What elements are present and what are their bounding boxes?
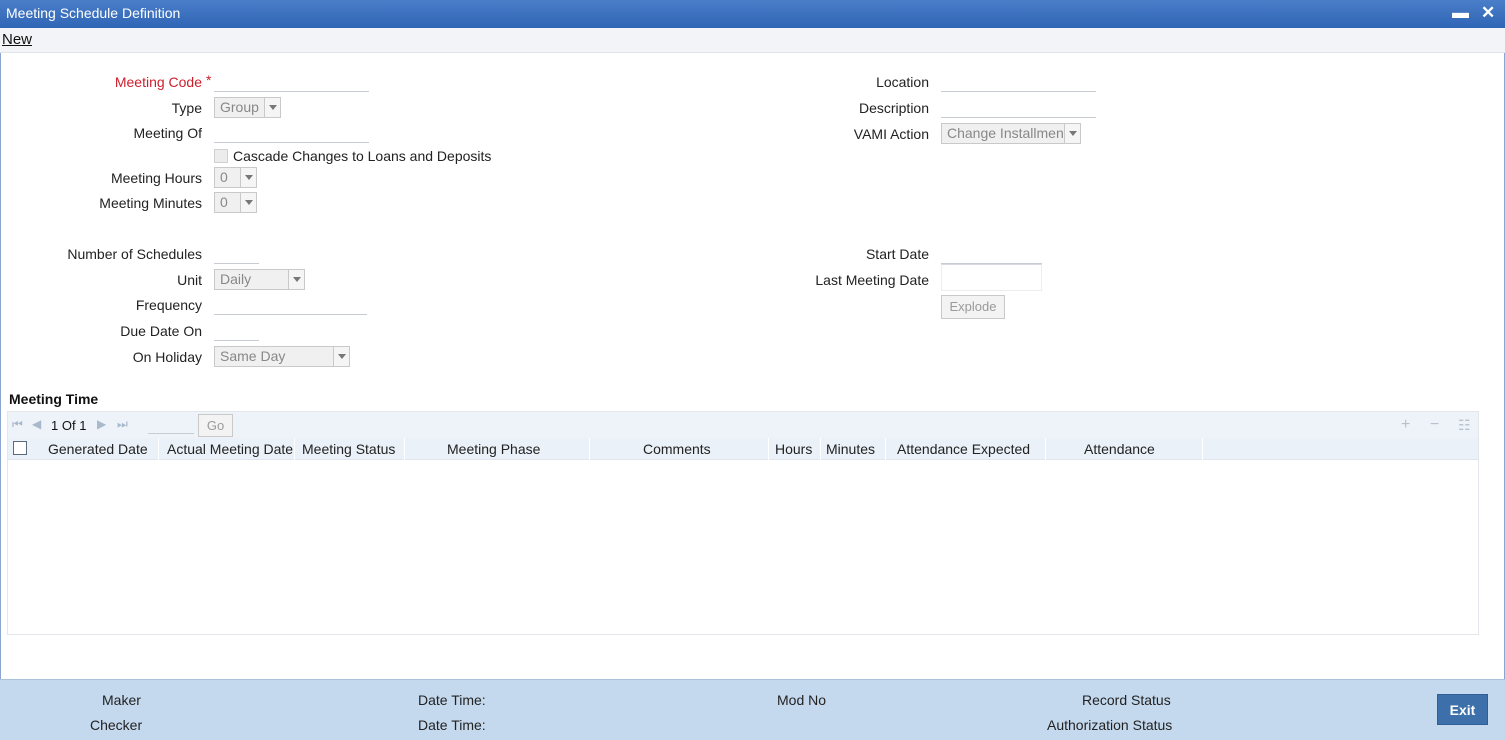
authorization-status-label: Authorization Status [1047,717,1173,733]
close-icon[interactable]: ✕ [1481,3,1495,23]
pager-current: 1 [51,418,59,433]
meeting-minutes-select[interactable]: 0 [214,192,257,213]
due-date-on-input[interactable] [214,321,259,341]
location-input[interactable] [941,72,1096,92]
column-header-generated-date[interactable]: Generated Date [48,441,148,457]
number-of-schedules-input[interactable] [214,244,259,264]
go-button[interactable]: Go [198,414,233,437]
meeting-code-input[interactable] [214,72,369,92]
location-label: Location [876,74,929,90]
add-row-icon[interactable]: + [1401,416,1410,434]
window-titlebar: Meeting Schedule Definition ▬ ✕ [0,0,1505,28]
column-header-attendance-expected[interactable]: Attendance Expected [897,441,1030,457]
grid-header-row: Generated Date Actual Meeting Date Meeti… [8,438,1478,460]
last-page-icon[interactable]: ⏭ [117,417,128,432]
page-number-input[interactable] [148,414,194,434]
pager-total: 1 [79,418,87,433]
chevron-down-icon [1064,124,1080,143]
mod-no-label: Mod No [777,692,827,708]
due-date-on-label: Due Date On [120,323,202,339]
unit-select[interactable]: Daily [214,269,305,290]
record-status-label: Record Status [1082,692,1171,708]
window-title: Meeting Schedule Definition [6,5,181,21]
unit-label: Unit [177,272,202,288]
last-meeting-date-label: Last Meeting Date [815,272,929,288]
first-page-icon[interactable]: ⏮ [12,417,23,432]
column-header-comments[interactable]: Comments [643,441,711,457]
column-divider [768,438,769,460]
chevron-down-icon [240,193,256,212]
cascade-changes-label: Cascade Changes to Loans and Deposits [233,148,492,164]
cascade-changes-checkbox[interactable] [214,149,228,163]
audit-footer: Maker Checker Date Time: Date Time: Mod … [0,679,1505,740]
previous-page-icon[interactable]: ◀ [32,417,41,431]
vami-action-select[interactable]: Change Installment [941,123,1081,144]
pager-of: Of [61,418,76,433]
type-label: Type [171,100,202,116]
meeting-of-label: Meeting Of [133,125,202,141]
grid-toolbar: ⏮ ◀ 1 Of 1 ▶ ⏭ Go + − ☷ [8,412,1478,438]
column-header-hours[interactable]: Hours [775,441,812,457]
chevron-down-icon [240,168,256,187]
required-marker: * [206,72,212,88]
next-page-icon[interactable]: ▶ [97,417,106,431]
meeting-hours-select[interactable]: 0 [214,167,257,188]
type-selected-value: Group [220,99,259,115]
frequency-label: Frequency [135,297,202,313]
new-menu-item[interactable]: New [2,31,32,48]
last-meeting-date-input[interactable] [941,264,1042,291]
unit-selected-value: Daily [220,271,252,287]
column-divider [1045,438,1046,460]
pager-status: 1 Of 1 [51,418,86,433]
column-header-meeting-status[interactable]: Meeting Status [302,441,395,457]
column-divider [885,438,886,460]
column-divider [820,438,821,460]
on-holiday-select[interactable]: Same Day [214,346,350,367]
meeting-time-grid: ⏮ ◀ 1 Of 1 ▶ ⏭ Go + − ☷ Generated Date A… [7,411,1479,635]
chevron-down-icon [333,347,349,366]
on-holiday-selected-value: Same Day [220,348,286,364]
minimize-icon[interactable]: ▬ [1452,3,1469,23]
column-divider [589,438,590,460]
type-select[interactable]: Group [214,97,281,118]
menu-bar: New [0,28,1505,53]
meeting-hours-label: Meeting Hours [110,170,202,186]
meeting-minutes-selected-value: 0 [220,194,228,210]
number-of-schedules-label: Number of Schedules [67,246,202,262]
checker-label: Checker [90,717,143,733]
description-input[interactable] [941,98,1096,118]
column-divider [404,438,405,460]
column-header-minutes[interactable]: Minutes [826,441,875,457]
single-view-icon[interactable]: ☷ [1458,417,1471,434]
maker-label: Maker [102,692,141,708]
vami-action-selected-value: Change Installment [947,125,1068,141]
chevron-down-icon [288,270,304,289]
frequency-input[interactable] [214,295,367,315]
description-label: Description [858,100,929,116]
column-divider [158,438,159,460]
maker-date-time-label: Date Time: [418,692,486,708]
select-all-checkbox[interactable] [13,441,27,455]
explode-button[interactable]: Explode [941,295,1005,319]
column-divider [1202,438,1203,460]
delete-row-icon[interactable]: − [1430,416,1439,434]
checker-date-time-label: Date Time: [418,717,486,733]
column-header-meeting-phase[interactable]: Meeting Phase [447,441,540,457]
meeting-hours-selected-value: 0 [220,169,228,185]
meeting-code-label: Meeting Code [114,74,202,90]
chevron-down-icon [264,98,280,117]
exit-button[interactable]: Exit [1437,694,1488,725]
column-header-attendance[interactable]: Attendance [1084,441,1155,457]
meeting-minutes-label: Meeting Minutes [99,195,202,211]
meeting-of-input[interactable] [214,123,369,143]
start-date-label: Start Date [865,246,929,262]
start-date-input[interactable] [941,244,1042,264]
column-divider [294,438,295,460]
meeting-time-title: Meeting Time [9,391,99,407]
column-header-actual-meeting-date[interactable]: Actual Meeting Date [167,441,293,457]
vami-action-label: VAMI Action [853,126,929,142]
on-holiday-label: On Holiday [132,349,202,365]
